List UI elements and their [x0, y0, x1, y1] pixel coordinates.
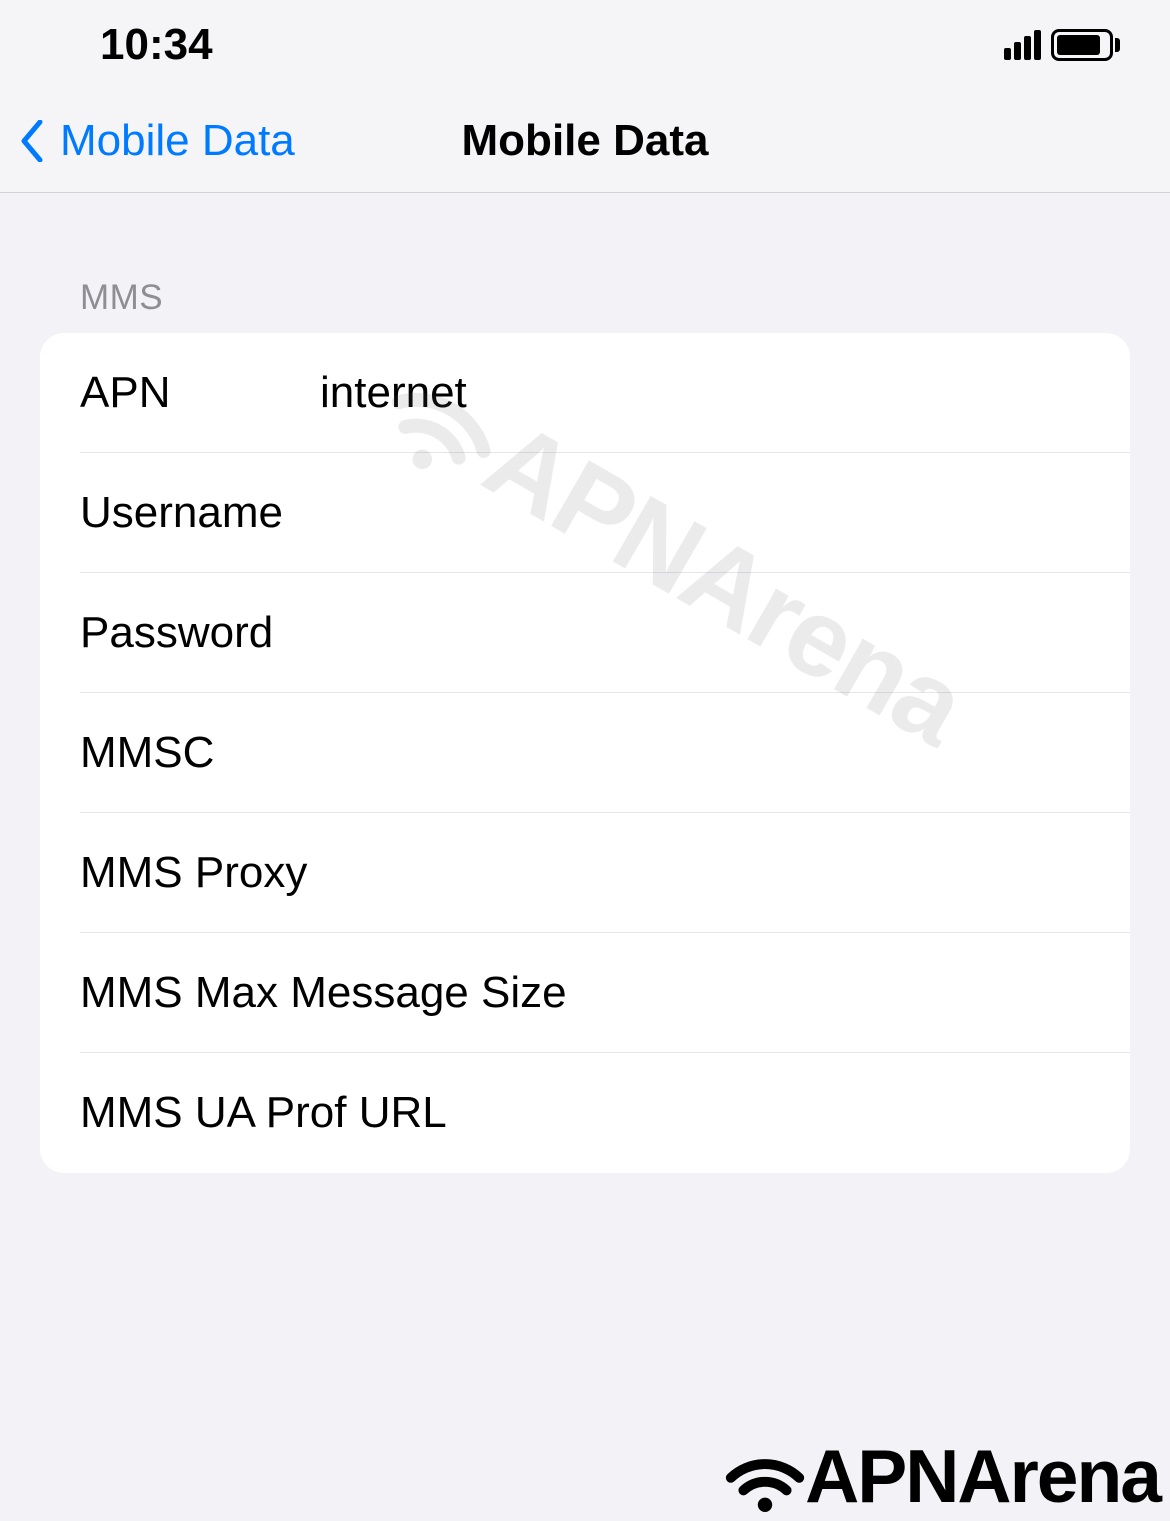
mmsc-row[interactable]: MMSC	[40, 693, 1130, 813]
watermark-text: APNArena	[805, 1433, 1160, 1519]
status-icons	[1004, 29, 1120, 61]
apn-row[interactable]: APN	[40, 333, 1130, 453]
chevron-left-icon	[20, 116, 50, 166]
password-row[interactable]: Password	[40, 573, 1130, 693]
battery-icon	[1051, 29, 1120, 61]
mms-proxy-row[interactable]: MMS Proxy	[40, 813, 1130, 933]
password-label: Password	[80, 608, 320, 658]
password-input[interactable]	[320, 608, 1090, 658]
back-button[interactable]: Mobile Data	[0, 116, 295, 166]
mmsc-label: MMSC	[80, 728, 320, 778]
mms-ua-prof-row[interactable]: MMS UA Prof URL	[40, 1053, 1130, 1173]
mms-proxy-input[interactable]	[320, 848, 1090, 898]
watermark-bottom: APNArena	[720, 1431, 1160, 1521]
cellular-signal-icon	[1004, 30, 1041, 60]
username-row[interactable]: Username	[40, 453, 1130, 573]
content: MMS APN Username Password MMSC MMS Proxy…	[0, 193, 1170, 1173]
section-header-mms: MMS	[40, 193, 1130, 333]
username-label: Username	[80, 488, 320, 538]
mms-proxy-label: MMS Proxy	[80, 848, 320, 898]
mms-ua-prof-label: MMS UA Prof URL	[80, 1088, 1090, 1138]
back-label: Mobile Data	[60, 116, 295, 166]
mms-settings-group: APN Username Password MMSC MMS Proxy MMS…	[40, 333, 1130, 1173]
mms-max-size-row[interactable]: MMS Max Message Size	[40, 933, 1130, 1053]
status-time: 10:34	[100, 20, 213, 70]
mms-max-size-label: MMS Max Message Size	[80, 968, 1090, 1018]
mmsc-input[interactable]	[320, 728, 1090, 778]
wifi-icon	[720, 1431, 810, 1521]
apn-label: APN	[80, 368, 320, 418]
username-input[interactable]	[320, 488, 1090, 538]
apn-input[interactable]	[320, 368, 1090, 418]
navigation-bar: Mobile Data Mobile Data	[0, 90, 1170, 193]
status-bar: 10:34	[0, 0, 1170, 90]
